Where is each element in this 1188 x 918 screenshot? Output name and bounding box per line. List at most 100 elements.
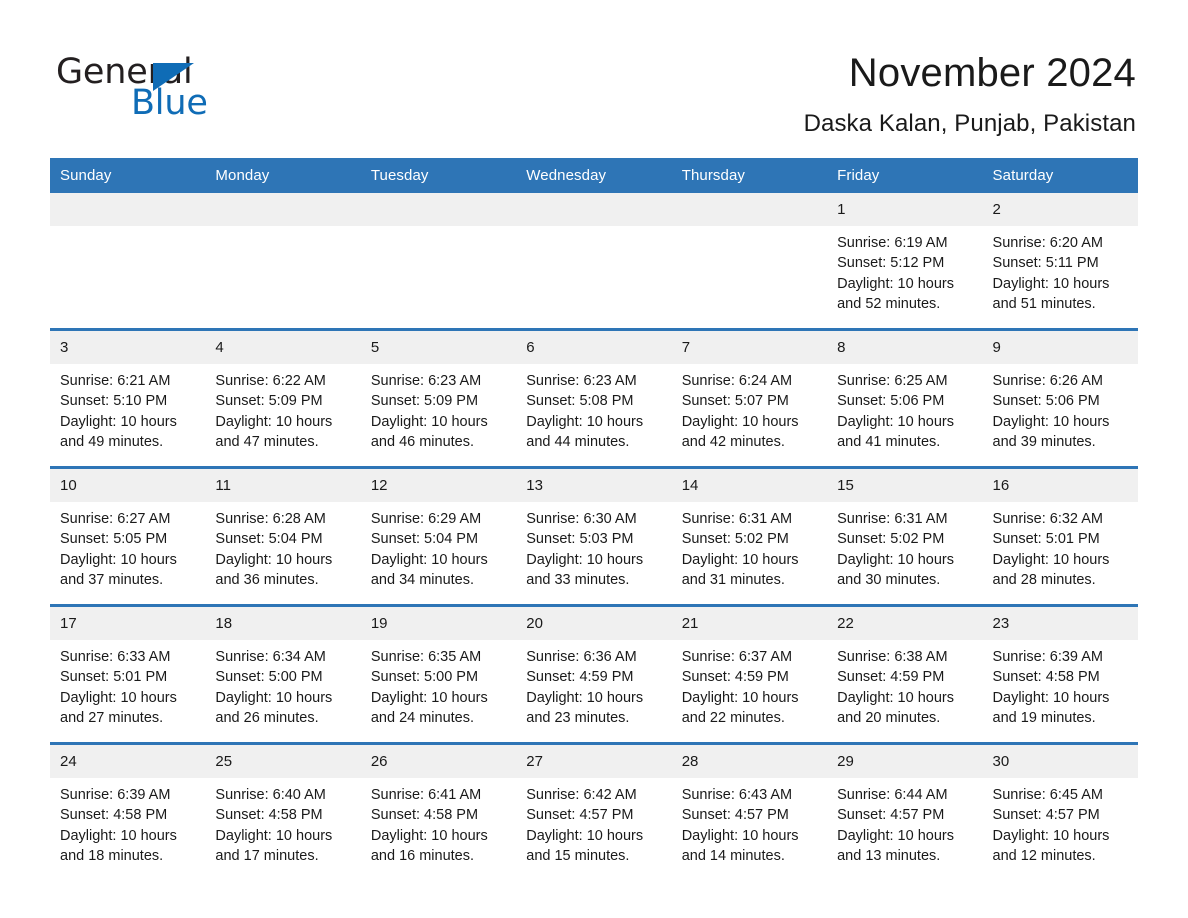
day-cell[interactable]: 17 Sunrise: 6:33 AM Sunset: 5:01 PM Dayl… (50, 604, 206, 744)
day-cell[interactable]: 2 Sunrise: 6:20 AM Sunset: 5:11 PM Dayli… (982, 193, 1138, 330)
day-info: Sunrise: 6:37 AM Sunset: 4:59 PM Dayligh… (672, 640, 827, 728)
day-cell[interactable]: 18 Sunrise: 6:34 AM Sunset: 5:00 PM Dayl… (205, 604, 361, 744)
daylight-text-line2: and 44 minutes. (526, 433, 630, 450)
daylight-text-line1: Daylight: 10 hours (370, 689, 488, 706)
daylight-text-line2: and 23 minutes. (526, 709, 630, 726)
day-info: Sunrise: 6:39 AM Sunset: 4:58 PM Dayligh… (983, 640, 1138, 728)
day-cell[interactable]: 8 Sunrise: 6:25 AM Sunset: 5:06 PM Dayli… (827, 328, 983, 468)
day-cell[interactable] (360, 193, 517, 330)
daylight-text-line2: and 22 minutes. (681, 709, 785, 726)
day-info: Sunrise: 6:38 AM Sunset: 4:59 PM Dayligh… (827, 640, 982, 728)
day-number: 19 (360, 607, 517, 640)
day-info: Sunrise: 6:23 AM Sunset: 5:09 PM Dayligh… (361, 364, 516, 452)
day-number: 8 (827, 331, 983, 364)
sunrise-text: Sunrise: 6:45 AM (992, 787, 1103, 803)
sunset-text: Sunset: 5:04 PM (370, 531, 479, 548)
sunrise-text: Sunrise: 6:27 AM (60, 511, 171, 527)
day-cell[interactable]: 6 Sunrise: 6:23 AM Sunset: 5:08 PM Dayli… (516, 328, 672, 468)
day-cell[interactable]: 20 Sunrise: 6:36 AM Sunset: 4:59 PM Dayl… (516, 604, 672, 744)
day-info: Sunrise: 6:33 AM Sunset: 5:01 PM Dayligh… (50, 640, 205, 728)
day-cell[interactable]: 23 Sunrise: 6:39 AM Sunset: 4:58 PM Dayl… (982, 604, 1138, 744)
day-cell[interactable]: 28 Sunrise: 6:43 AM Sunset: 4:57 PM Dayl… (671, 742, 828, 880)
day-cell[interactable] (205, 193, 361, 330)
day-number (516, 193, 672, 226)
day-cell[interactable]: 26 Sunrise: 6:41 AM Sunset: 4:58 PM Dayl… (360, 742, 517, 880)
sunrise-text: Sunrise: 6:29 AM (370, 511, 482, 527)
sunrise-text: Sunrise: 6:37 AM (681, 649, 793, 665)
day-cell[interactable]: 10 Sunrise: 6:27 AM Sunset: 5:05 PM Dayl… (50, 466, 206, 606)
sunset-text: Sunset: 4:58 PM (60, 807, 168, 824)
daylight-text-line2: and 19 minutes. (992, 709, 1096, 726)
day-info: Sunrise: 6:25 AM Sunset: 5:06 PM Dayligh… (827, 364, 982, 452)
daylight-text-line1: Daylight: 10 hours (992, 827, 1110, 844)
day-cell[interactable]: 9 Sunrise: 6:26 AM Sunset: 5:06 PM Dayli… (982, 328, 1138, 468)
sunrise-text: Sunrise: 6:19 AM (837, 235, 948, 251)
day-cell[interactable]: 4 Sunrise: 6:22 AM Sunset: 5:09 PM Dayli… (205, 328, 361, 468)
day-number: 1 (827, 193, 983, 226)
day-cell[interactable] (671, 193, 828, 330)
day-cell[interactable]: 29 Sunrise: 6:44 AM Sunset: 4:57 PM Dayl… (827, 742, 983, 880)
day-cell[interactable]: 14 Sunrise: 6:31 AM Sunset: 5:02 PM Dayl… (671, 466, 828, 606)
day-cell[interactable]: 11 Sunrise: 6:28 AM Sunset: 5:04 PM Dayl… (205, 466, 361, 606)
daylight-text-line1: Daylight: 10 hours (215, 413, 333, 430)
day-cell[interactable]: 5 Sunrise: 6:23 AM Sunset: 5:09 PM Dayli… (360, 328, 517, 468)
day-cell[interactable] (50, 193, 206, 330)
day-cell[interactable]: 12 Sunrise: 6:29 AM Sunset: 5:04 PM Dayl… (360, 466, 517, 606)
sunset-text: Sunset: 5:10 PM (60, 393, 168, 410)
sunrise-text: Sunrise: 6:38 AM (837, 649, 948, 665)
sunrise-text: Sunrise: 6:35 AM (370, 649, 482, 665)
day-number: 27 (516, 745, 672, 778)
day-cell[interactable]: 19 Sunrise: 6:35 AM Sunset: 5:00 PM Dayl… (360, 604, 517, 744)
daylight-text-line2: and 26 minutes. (215, 709, 319, 726)
sunset-text: Sunset: 4:59 PM (837, 669, 945, 686)
day-number: 16 (982, 469, 1138, 502)
day-cell[interactable]: 13 Sunrise: 6:30 AM Sunset: 5:03 PM Dayl… (516, 466, 672, 606)
calendar-week-row: 1 Sunrise: 6:19 AM Sunset: 5:12 PM Dayli… (50, 193, 1138, 330)
sunset-text: Sunset: 4:59 PM (681, 669, 789, 686)
daylight-text-line1: Daylight: 10 hours (526, 827, 644, 844)
daylight-text-line1: Daylight: 10 hours (992, 551, 1110, 568)
daylight-text-line1: Daylight: 10 hours (215, 689, 333, 706)
day-cell[interactable]: 24 Sunrise: 6:39 AM Sunset: 4:58 PM Dayl… (50, 742, 206, 880)
sunrise-text: Sunrise: 6:39 AM (992, 649, 1103, 665)
weekday-header-saturday: Saturday (982, 158, 1138, 193)
day-info: Sunrise: 6:29 AM Sunset: 5:04 PM Dayligh… (361, 502, 516, 590)
day-cell[interactable]: 25 Sunrise: 6:40 AM Sunset: 4:58 PM Dayl… (205, 742, 361, 880)
sunrise-text: Sunrise: 6:42 AM (526, 787, 637, 803)
day-cell[interactable] (516, 193, 672, 330)
day-cell[interactable]: 22 Sunrise: 6:38 AM Sunset: 4:59 PM Dayl… (827, 604, 983, 744)
calendar-table: Sunday Monday Tuesday Wednesday Thursday… (50, 158, 1138, 880)
day-info (205, 226, 360, 233)
day-info: Sunrise: 6:27 AM Sunset: 5:05 PM Dayligh… (50, 502, 205, 590)
sunrise-text: Sunrise: 6:43 AM (681, 787, 793, 803)
daylight-text-line1: Daylight: 10 hours (992, 275, 1110, 292)
day-number: 26 (360, 745, 517, 778)
day-cell[interactable]: 1 Sunrise: 6:19 AM Sunset: 5:12 PM Dayli… (827, 193, 983, 330)
day-cell[interactable]: 7 Sunrise: 6:24 AM Sunset: 5:07 PM Dayli… (671, 328, 828, 468)
sunset-text: Sunset: 5:06 PM (837, 393, 945, 410)
daylight-text-line1: Daylight: 10 hours (60, 551, 177, 568)
day-cell[interactable]: 16 Sunrise: 6:32 AM Sunset: 5:01 PM Dayl… (982, 466, 1138, 606)
daylight-text-line2: and 20 minutes. (837, 709, 941, 726)
daylight-text-line2: and 27 minutes. (60, 709, 164, 726)
location-subtitle: Daska Kalan, Punjab, Pakistan (803, 110, 1136, 137)
day-info: Sunrise: 6:34 AM Sunset: 5:00 PM Dayligh… (205, 640, 360, 728)
daylight-text-line2: and 52 minutes. (837, 295, 941, 312)
day-cell[interactable]: 15 Sunrise: 6:31 AM Sunset: 5:02 PM Dayl… (827, 466, 983, 606)
sunset-text: Sunset: 5:06 PM (992, 393, 1100, 410)
day-cell[interactable]: 3 Sunrise: 6:21 AM Sunset: 5:10 PM Dayli… (50, 328, 206, 468)
day-cell[interactable]: 30 Sunrise: 6:45 AM Sunset: 4:57 PM Dayl… (982, 742, 1138, 880)
daylight-text-line2: and 51 minutes. (992, 295, 1096, 312)
day-number: 6 (516, 331, 672, 364)
daylight-text-line2: and 47 minutes. (215, 433, 319, 450)
day-number: 5 (360, 331, 517, 364)
generalblue-logo[interactable]: General Blue (56, 52, 356, 123)
day-cell[interactable]: 21 Sunrise: 6:37 AM Sunset: 4:59 PM Dayl… (671, 604, 828, 744)
daylight-text-line1: Daylight: 10 hours (837, 689, 954, 706)
day-cell[interactable]: 27 Sunrise: 6:42 AM Sunset: 4:57 PM Dayl… (516, 742, 672, 880)
day-number (360, 193, 517, 226)
sunset-text: Sunset: 5:02 PM (837, 531, 945, 548)
daylight-text-line2: and 16 minutes. (370, 847, 475, 864)
day-info: Sunrise: 6:32 AM Sunset: 5:01 PM Dayligh… (983, 502, 1138, 590)
day-number: 14 (671, 469, 828, 502)
